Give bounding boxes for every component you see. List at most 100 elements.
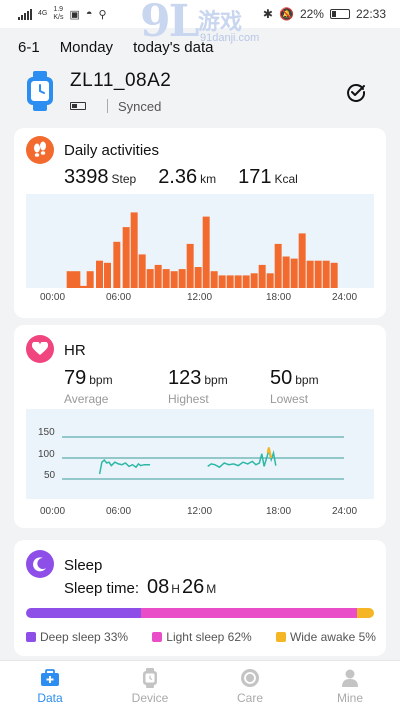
hr-y-label: 150 — [38, 427, 55, 438]
activity-bar — [330, 262, 338, 288]
clock: 22:33 — [355, 7, 386, 21]
heart-icon — [26, 335, 54, 363]
hr-average: 79 bpm Average — [64, 367, 113, 406]
tab-mine[interactable]: Mine — [300, 661, 400, 711]
activity-bar — [194, 267, 202, 288]
hr-x-label: 12:00 — [187, 506, 213, 517]
tab-care[interactable]: Care — [200, 661, 300, 711]
hr-x-label: 06:00 — [106, 506, 132, 517]
weekday: Monday — [59, 39, 114, 56]
hr-lowest-label: Lowest — [270, 392, 309, 406]
hr-unit: bpm — [204, 373, 228, 387]
hr-unit: bpm — [295, 373, 319, 387]
activity-bar — [226, 275, 234, 288]
tab-label: Device — [131, 691, 169, 705]
activity-bar — [306, 260, 314, 288]
hr-y-label: 50 — [44, 470, 56, 481]
activity-bar — [80, 285, 87, 288]
hr-highest-value: 123 — [168, 367, 202, 389]
watch-icon — [27, 71, 53, 111]
tab-label: Care — [236, 691, 263, 705]
sleep-card[interactable]: z Sleep Sleep time: 08 H 26 M Deep sleep… — [14, 540, 386, 656]
activity-bar — [234, 275, 242, 288]
device-battery-icon — [70, 102, 86, 110]
chat-icon: ◓ — [85, 8, 93, 20]
message-icon: ▣ — [69, 8, 80, 21]
light-sleep-segment — [140, 608, 357, 618]
hr-highest: 123 bpm Highest — [168, 367, 228, 406]
activity-x-label: 06:00 — [106, 292, 132, 303]
activity-bar — [96, 260, 103, 288]
battery-percent: 22% — [299, 7, 324, 21]
date-bar: 6-1 Monday today's data — [18, 39, 213, 56]
bottom-tab-bar: Data Device Care Mine — [0, 660, 400, 711]
activity-bar-chart — [66, 212, 338, 288]
moon-icon: z — [26, 550, 54, 578]
activity-bar — [314, 260, 322, 288]
activity-bar — [122, 227, 130, 288]
activity-bar — [66, 271, 74, 288]
device-row[interactable]: ZL11_08A2 Synced — [14, 62, 386, 122]
hr-x-label: 00:00 — [40, 506, 66, 517]
calories-unit: Kcal — [274, 172, 298, 186]
activity-bar — [218, 275, 226, 288]
hr-series-line — [98, 459, 151, 475]
tab-label: Data — [37, 691, 63, 705]
hr-lowest: 50 bpm Lowest — [270, 367, 319, 406]
hr-x-label: 18:00 — [266, 506, 292, 517]
activity-bar — [130, 212, 138, 288]
date-label: today's data — [133, 39, 214, 56]
hr-lowest-value: 50 — [270, 367, 293, 389]
hr-y-label: 100 — [38, 449, 55, 460]
awake-label: Wide awake 5% — [289, 630, 376, 644]
activity-card[interactable]: Daily activities 3398 Step 2.36 km 171 K… — [14, 128, 386, 318]
hr-average-label: Average — [64, 392, 109, 406]
deep-sleep-label: Deep sleep 33% — [40, 630, 129, 644]
sleep-time: Sleep time: 08 H 26 M — [64, 576, 218, 599]
sleep-progress-bar — [26, 608, 374, 618]
hr-average-value: 79 — [64, 367, 87, 389]
battery-icon — [329, 9, 350, 19]
sleep-time-label: Sleep time: — [64, 580, 140, 597]
activity-bar — [104, 262, 111, 288]
hr-peak-marker — [266, 447, 273, 459]
activity-bar — [186, 243, 194, 288]
calories-value: 171 — [238, 166, 272, 188]
activity-bar — [73, 271, 81, 288]
activity-x-label: 18:00 — [266, 292, 292, 303]
tab-label: Mine — [336, 691, 363, 705]
activity-x-label: 00:00 — [40, 292, 66, 303]
sleep-legend: Deep sleep 33% Light sleep 62% Wide awak… — [26, 630, 376, 644]
sleep-minutes-unit: M — [206, 582, 217, 596]
briefcase-icon — [41, 669, 59, 686]
sync-check-button[interactable] — [345, 81, 367, 103]
tab-data[interactable]: Data — [0, 661, 100, 711]
activity-bar — [274, 243, 282, 288]
signal-icon — [18, 8, 32, 20]
activity-bar — [282, 256, 290, 288]
deep-sleep-segment — [26, 608, 141, 618]
distance-value: 2.36 — [158, 166, 198, 188]
hr-highest-label: Highest — [168, 392, 209, 406]
activity-bar — [266, 273, 274, 288]
activity-stats: 3398 Step 2.36 km 171 Kcal — [64, 166, 298, 189]
hr-series-line — [207, 447, 277, 469]
date: 6-1 — [18, 39, 40, 56]
activity-bar — [250, 273, 258, 288]
steps-value: 3398 — [64, 166, 109, 188]
tab-device[interactable]: Device — [100, 661, 200, 711]
steps-unit: Step — [111, 172, 137, 186]
footprints-icon — [26, 136, 54, 164]
sleep-hours-unit: H — [171, 582, 180, 596]
net-speed: 1.9 — [53, 6, 64, 13]
activity-bar — [210, 271, 218, 288]
person-icon — [342, 669, 358, 687]
activity-bar — [146, 269, 154, 288]
hr-chart-area — [26, 409, 374, 499]
activity-bar — [242, 275, 250, 288]
usb-icon: ⚲ — [98, 8, 107, 21]
activity-x-label: 24:00 — [332, 292, 358, 303]
hr-unit: bpm — [89, 373, 113, 387]
activity-title: Daily activities — [64, 142, 160, 159]
hr-card[interactable]: HR 79 bpm Average 123 bpm Highest 50 bpm Lo… — [14, 325, 386, 528]
